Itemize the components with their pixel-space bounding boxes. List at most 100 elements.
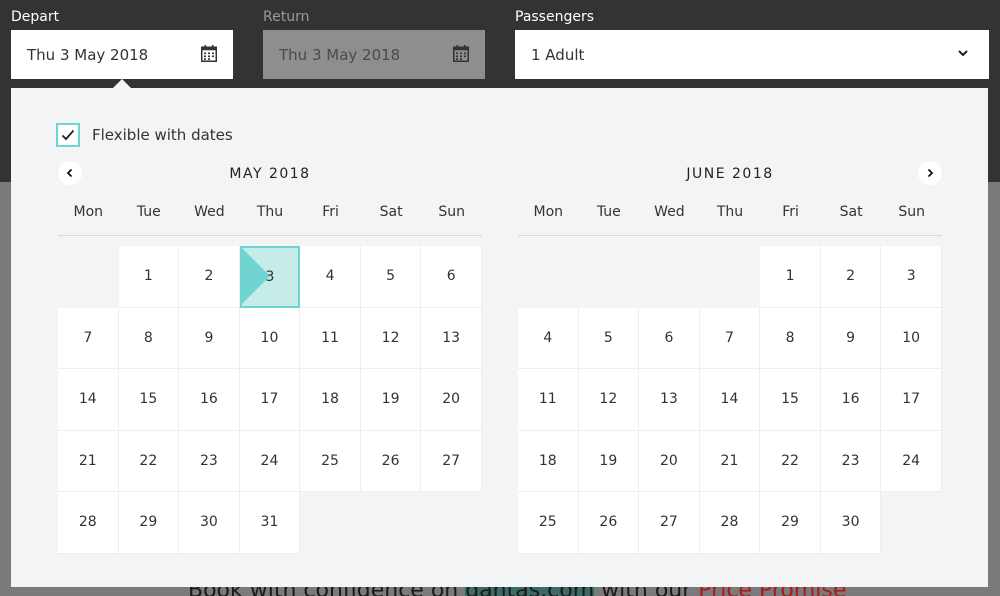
weekday-label: Fri	[322, 204, 339, 220]
day-cell[interactable]: 21	[58, 430, 119, 492]
day-number: 14	[720, 391, 739, 408]
day-cell[interactable]: 20	[421, 369, 482, 431]
day-cell[interactable]: 11	[518, 369, 579, 431]
day-cell[interactable]: 28	[699, 492, 761, 554]
day-cell[interactable]: 22	[760, 430, 821, 492]
day-cell[interactable]: 23	[179, 430, 240, 492]
day-cell[interactable]: 4	[300, 246, 361, 308]
day-cell[interactable]: 11	[300, 307, 361, 369]
day-cell[interactable]: 18	[518, 430, 579, 492]
day-cell[interactable]: 13	[639, 369, 700, 431]
day-number: 4	[325, 268, 335, 285]
day-number: 13	[659, 391, 678, 408]
day-cell[interactable]: 21	[699, 430, 761, 492]
day-cell[interactable]: 28	[58, 492, 119, 554]
day-cell[interactable]: 15	[118, 369, 180, 431]
day-cell[interactable]: 17	[239, 369, 301, 431]
day-cell[interactable]: 25	[300, 430, 361, 492]
empty-cell	[518, 246, 579, 308]
passengers-value: 1 Adult	[531, 45, 585, 64]
day-cell[interactable]: 8	[118, 307, 180, 369]
day-number: 26	[381, 452, 400, 469]
day-cell[interactable]: 26	[578, 492, 640, 554]
day-cell[interactable]: 20	[639, 430, 700, 492]
selected-day-cell[interactable]: 3	[239, 246, 301, 308]
day-number: 1	[143, 268, 153, 285]
day-cell[interactable]: 12	[360, 307, 422, 369]
depart-field[interactable]: Thu 3 May 2018	[11, 30, 233, 79]
day-cell[interactable]: 25	[518, 492, 579, 554]
day-cell[interactable]: 24	[881, 430, 942, 492]
day-cell[interactable]: 19	[578, 430, 640, 492]
day-cell[interactable]: 8	[760, 307, 821, 369]
day-cell[interactable]: 29	[760, 492, 821, 554]
day-number: 25	[321, 452, 339, 469]
day-cell[interactable]: 14	[699, 369, 761, 431]
day-cell[interactable]: 13	[421, 307, 482, 369]
day-number: 31	[260, 514, 279, 531]
day-cell[interactable]: 24	[239, 430, 301, 492]
day-cell[interactable]: 10	[881, 307, 942, 369]
day-cell[interactable]: 14	[58, 369, 119, 431]
day-cell[interactable]: 29	[118, 492, 180, 554]
day-number: 3	[265, 268, 275, 285]
day-number: 9	[204, 329, 214, 346]
day-cell[interactable]: 16	[820, 369, 882, 431]
day-cell[interactable]: 2	[820, 246, 882, 308]
day-cell[interactable]: 9	[820, 307, 882, 369]
day-cell[interactable]: 6	[421, 246, 482, 308]
day-number: 25	[538, 514, 557, 531]
empty-cell	[700, 246, 761, 308]
day-cell[interactable]: 6	[639, 307, 700, 369]
day-cell[interactable]: 15	[760, 369, 821, 431]
day-cell[interactable]: 7	[58, 307, 119, 369]
day-cell[interactable]: 22	[118, 430, 180, 492]
flexible-dates-checkbox[interactable]	[56, 123, 80, 147]
day-number: 22	[139, 452, 158, 469]
day-cell[interactable]: 1	[760, 246, 821, 308]
day-cell[interactable]: 9	[179, 307, 240, 369]
day-cell[interactable]: 26	[360, 430, 422, 492]
weekday-label: Sat	[839, 204, 863, 220]
day-cell[interactable]: 30	[179, 492, 240, 554]
day-cell[interactable]: 4	[518, 307, 579, 369]
day-cell[interactable]: 18	[300, 369, 361, 431]
day-cell[interactable]: 10	[239, 307, 301, 369]
day-number: 28	[720, 514, 739, 531]
day-cell[interactable]: 1	[118, 246, 180, 308]
day-number: 11	[538, 391, 557, 408]
day-cell[interactable]: 7	[699, 307, 761, 369]
flexible-dates-option[interactable]: Flexible with dates	[56, 123, 233, 147]
day-number: 6	[446, 268, 456, 285]
day-cell[interactable]: 2	[179, 246, 240, 308]
day-cell[interactable]: 19	[360, 369, 422, 431]
weekday-label: Mon	[533, 204, 564, 220]
day-number: 18	[538, 452, 557, 469]
day-cell[interactable]: 17	[881, 369, 942, 431]
day-cell[interactable]: 31	[239, 492, 301, 554]
day-number: 2	[846, 268, 856, 285]
day-number: 15	[781, 391, 799, 408]
day-cell[interactable]: 12	[578, 369, 640, 431]
day-number: 7	[725, 329, 734, 346]
day-cell[interactable]: 27	[421, 430, 482, 492]
day-cell[interactable]: 5	[360, 246, 422, 308]
day-cell[interactable]: 27	[639, 492, 700, 554]
day-cell[interactable]: 16	[179, 369, 240, 431]
chevron-down-icon	[958, 50, 968, 57]
return-field[interactable]: Thu 3 May 2018	[263, 30, 485, 79]
day-number: 21	[720, 452, 739, 469]
day-cell[interactable]: 5	[578, 307, 640, 369]
day-number: 30	[199, 514, 218, 531]
day-number: 6	[664, 329, 674, 346]
day-grid: 1 2 3 4 5 6 7 8 9 10 11 12 13 14 15 16 17 18 19 20 21 22 23 24 2…	[518, 246, 942, 554]
day-cell[interactable]: 23	[820, 430, 882, 492]
day-cell[interactable]: 30	[820, 492, 882, 554]
weekday-header: Mon Tue Wed Thu Fri Sat Sun	[58, 204, 482, 236]
day-number: 22	[781, 452, 799, 469]
next-month-button[interactable]	[918, 161, 942, 185]
passengers-select[interactable]: 1 Adult	[515, 30, 989, 79]
day-cell[interactable]: 3	[881, 246, 942, 308]
day-number: 8	[143, 329, 153, 346]
weekday-label: Sun	[898, 204, 925, 220]
